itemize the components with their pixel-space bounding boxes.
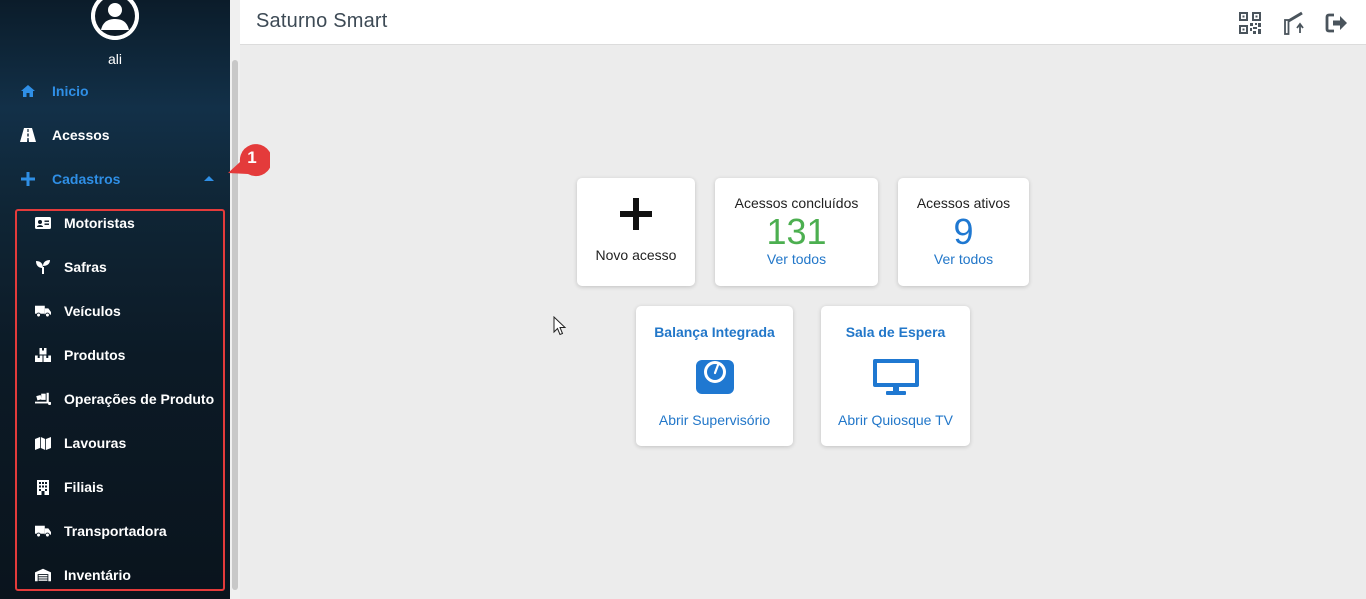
novo-acesso-label: Novo acesso: [595, 247, 677, 263]
home-icon: [20, 83, 36, 99]
acessos-ativos-card[interactable]: Acessos ativos 9 Ver todos: [898, 178, 1029, 286]
abrir-supervisorio-link[interactable]: Abrir Supervisório: [636, 412, 793, 428]
sala-de-espera-card[interactable]: Sala de Espera Abrir Quiosque TV: [821, 306, 970, 446]
boxes-icon: [35, 347, 51, 363]
sidebar: ali Inicio Acessos Cadastros Motoristas …: [0, 0, 230, 599]
submenu-item-label: Filiais: [64, 479, 104, 495]
submenu-item-transportadora[interactable]: Transportadora: [20, 509, 225, 553]
ver-todos-ativos-link[interactable]: Ver todos: [898, 251, 1029, 267]
acessos-concluidos-card[interactable]: Acessos concluídos 131 Ver todos: [715, 178, 878, 286]
abrir-quiosque-tv-link[interactable]: Abrir Quiosque TV: [821, 412, 970, 428]
sidebar-item-label: Acessos: [52, 127, 110, 143]
submenu-item-label: Operações de Produto: [64, 391, 215, 407]
submenu-item-produtos[interactable]: Produtos: [20, 333, 225, 377]
submenu-item-label: Veículos: [64, 303, 121, 319]
truck-icon: [35, 303, 51, 319]
logout-icon[interactable]: [1325, 11, 1349, 35]
acessos-concluidos-count: 131: [766, 211, 827, 252]
top-header: Saturno Smart: [240, 0, 1366, 45]
sidebar-item-cadastros[interactable]: Cadastros: [0, 157, 230, 201]
submenu-item-label: Inventário: [64, 567, 131, 583]
sidebar-item-acessos[interactable]: Acessos: [0, 113, 230, 157]
submenu-item-label: Transportadora: [64, 523, 167, 539]
seedling-icon: [35, 259, 51, 275]
building-icon: [35, 479, 51, 495]
balanca-integrada-card[interactable]: Balança Integrada Abrir Supervisório: [636, 306, 793, 446]
warehouse-icon: [35, 567, 51, 583]
submenu-item-label: Motoristas: [64, 215, 135, 231]
balanca-integrada-title: Balança Integrada: [654, 324, 775, 340]
sala-de-espera-title: Sala de Espera: [845, 324, 946, 340]
submenu-item-operacoes-de-produto[interactable]: Operações de Produto: [20, 377, 225, 421]
submenu-item-veiculos[interactable]: Veículos: [20, 289, 225, 333]
truck-loading-icon: [35, 391, 51, 407]
tv-monitor-icon: [821, 358, 970, 396]
plus-icon: [577, 198, 695, 230]
submenu-item-filiais[interactable]: Filiais: [20, 465, 225, 509]
road-icon: [20, 127, 36, 143]
mouse-cursor-icon: [553, 316, 567, 336]
submenu-item-inventario[interactable]: Inventário: [20, 553, 225, 597]
avatar[interactable]: [91, 0, 139, 40]
acessos-ativos-label: Acessos ativos: [916, 195, 1011, 211]
sidebar-item-label: Inicio: [52, 83, 89, 99]
scale-icon: [636, 358, 793, 394]
page-title: Saturno Smart: [256, 10, 388, 32]
submenu-item-lavouras[interactable]: Lavouras: [20, 421, 225, 465]
sidebar-item-label: Cadastros: [52, 171, 121, 187]
submenu-item-motoristas[interactable]: Motoristas: [20, 201, 225, 245]
acessos-ativos-count: 9: [953, 211, 974, 252]
truck-icon: [35, 523, 51, 539]
acessos-concluidos-label: Acessos concluídos: [734, 195, 859, 211]
user-icon: [91, 0, 139, 40]
id-card-icon: [35, 215, 51, 231]
plus-icon: [20, 171, 36, 187]
username: ali: [107, 51, 122, 67]
barrier-gate-icon[interactable]: [1282, 11, 1306, 35]
submenu-item-label: Lavouras: [64, 435, 127, 451]
sidebar-scrollbar[interactable]: [230, 0, 240, 599]
callout-number: 1: [247, 148, 257, 167]
submenu-item-label: Safras: [64, 259, 107, 275]
map-icon: [35, 435, 51, 451]
chevron-up-icon: [204, 176, 214, 181]
qrcode-icon[interactable]: [1238, 11, 1262, 35]
submenu-item-safras[interactable]: Safras: [20, 245, 225, 289]
sidebar-item-inicio[interactable]: Inicio: [0, 69, 230, 113]
ver-todos-concluidos-link[interactable]: Ver todos: [715, 251, 878, 267]
novo-acesso-card[interactable]: Novo acesso: [577, 178, 695, 286]
callout-badge: 1: [226, 140, 270, 178]
submenu-item-label: Produtos: [64, 347, 126, 363]
